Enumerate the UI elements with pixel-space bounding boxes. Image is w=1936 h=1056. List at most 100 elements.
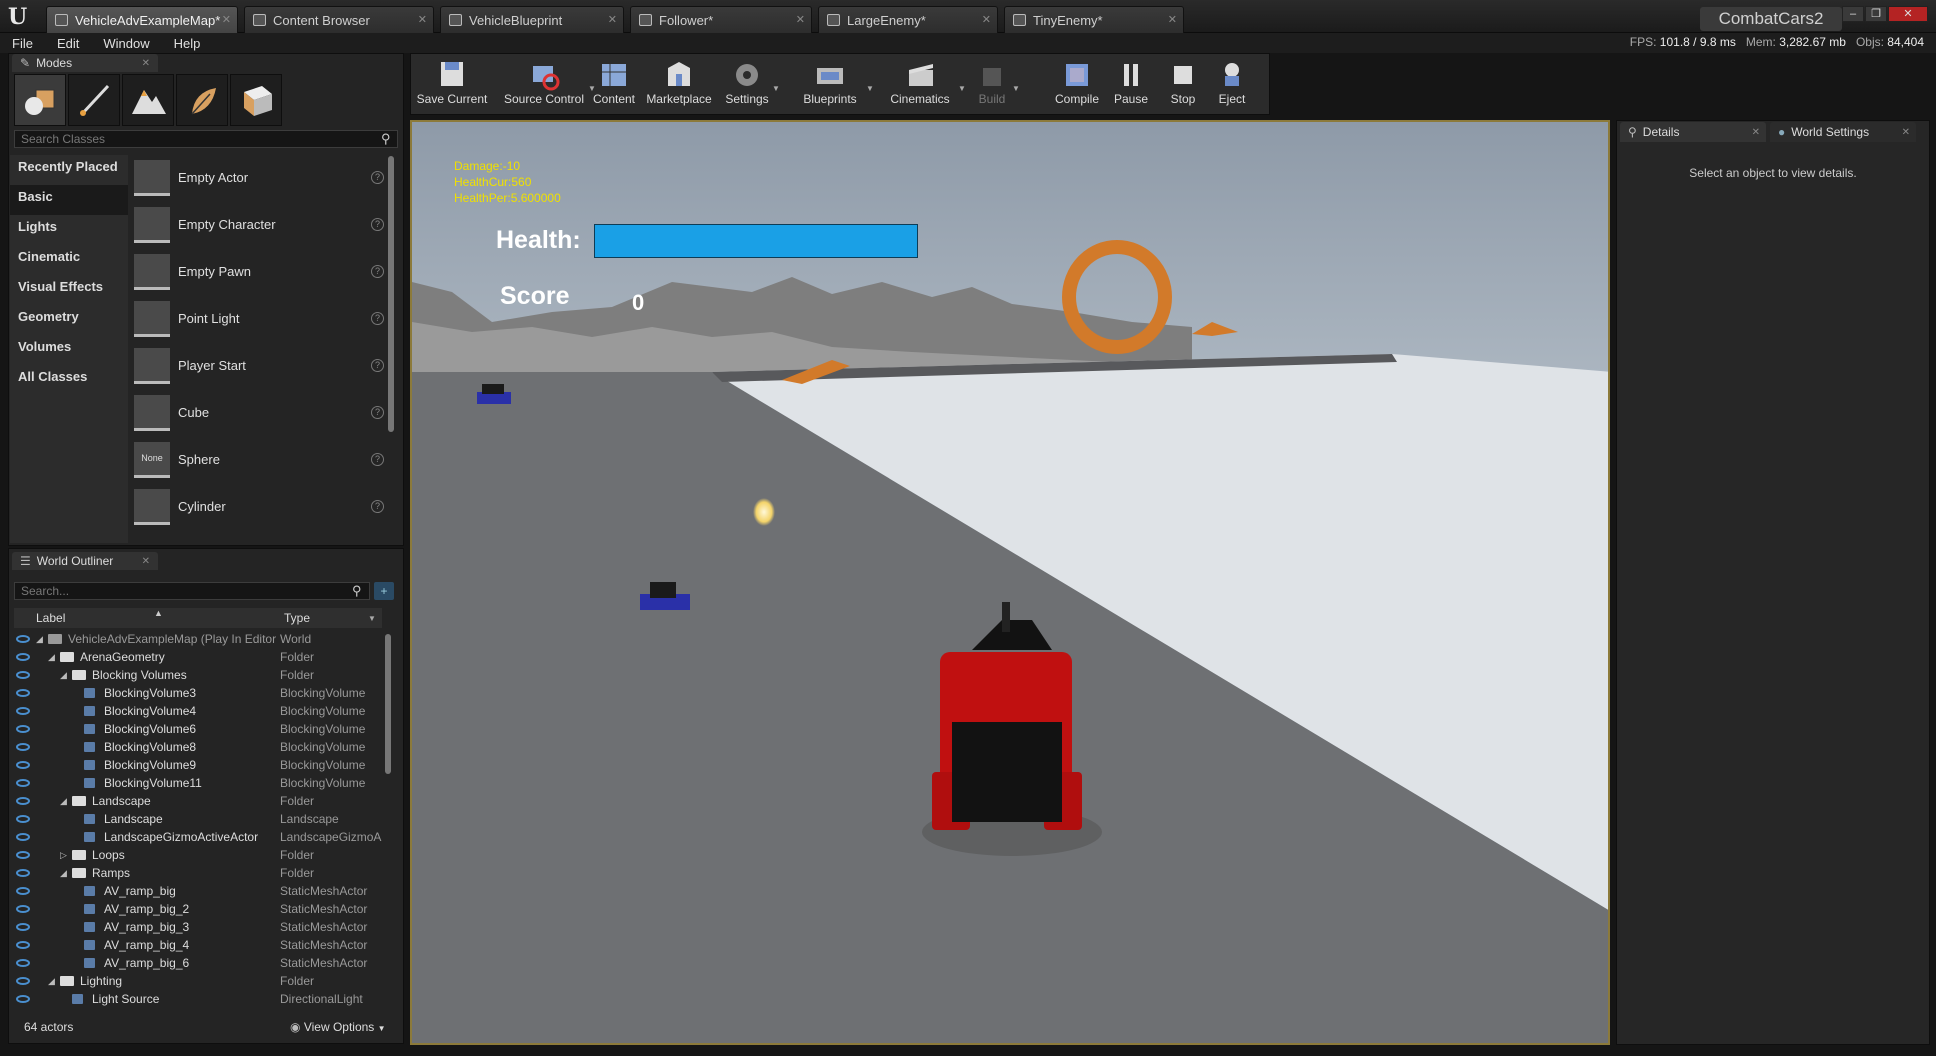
content-button[interactable]: Content [588, 58, 640, 112]
class-item[interactable]: Point Light? [134, 295, 384, 342]
blueprints-button[interactable]: Blueprints [790, 58, 870, 112]
outliner-row[interactable]: AV_ramp_big_2 StaticMeshActor [14, 900, 382, 918]
visibility-eye-icon[interactable] [16, 671, 30, 679]
outliner-row[interactable]: ▷ Loops Folder [14, 846, 382, 864]
outliner-row[interactable]: ◢ Ramps Folder [14, 864, 382, 882]
close-tab-icon[interactable]: ✕ [418, 13, 427, 26]
details-tab[interactable]: ⚲ Details ✕ [1620, 122, 1766, 142]
landscape-mode-button[interactable] [122, 74, 174, 126]
outliner-row[interactable]: BlockingVolume8 BlockingVolume [14, 738, 382, 756]
help-icon[interactable]: ? [371, 265, 384, 278]
add-folder-button[interactable]: + [374, 582, 394, 600]
close-tab-icon[interactable]: ✕ [222, 13, 231, 26]
help-icon[interactable]: ? [371, 406, 384, 419]
visibility-eye-icon[interactable] [16, 887, 30, 895]
modes-scrollbar[interactable] [388, 156, 394, 432]
close-tab-icon[interactable]: ✕ [1752, 127, 1760, 138]
outliner-row[interactable]: ◢ Lighting Folder [14, 972, 382, 990]
minimize-button[interactable]: – [1842, 6, 1864, 22]
category-item[interactable]: Volumes [10, 335, 128, 365]
document-tab[interactable]: Content Browser ✕ [244, 6, 434, 33]
outliner-row[interactable]: Landscape Landscape [14, 810, 382, 828]
class-item[interactable]: Player Start? [134, 342, 384, 389]
visibility-eye-icon[interactable] [16, 689, 30, 697]
category-item[interactable]: Basic [10, 185, 128, 215]
visibility-eye-icon[interactable] [16, 743, 30, 751]
class-item[interactable]: Cube? [134, 389, 384, 436]
visibility-eye-icon[interactable] [16, 761, 30, 769]
search-icon[interactable]: ⚲ [381, 131, 391, 147]
close-tab-icon[interactable]: ✕ [982, 13, 991, 26]
geometry-mode-button[interactable] [230, 74, 282, 126]
foliage-mode-button[interactable] [176, 74, 228, 126]
close-window-button[interactable]: ✕ [1888, 6, 1928, 22]
chevron-down-icon[interactable]: ▼ [958, 84, 966, 93]
close-tab-icon[interactable]: ✕ [796, 13, 805, 26]
visibility-eye-icon[interactable] [16, 797, 30, 805]
stop-button[interactable]: Stop [1160, 58, 1206, 112]
visibility-eye-icon[interactable] [16, 977, 30, 985]
level-viewport[interactable]: Damage:-10 HealthCur:560 HealthPer:5.600… [410, 120, 1610, 1045]
expand-arrow-icon[interactable]: ◢ [60, 868, 67, 879]
visibility-eye-icon[interactable] [16, 905, 30, 913]
cinematics-button[interactable]: Cinematics [878, 58, 962, 112]
world-outliner-tab[interactable]: ☰ World Outliner ✕ [12, 552, 158, 570]
visibility-eye-icon[interactable] [16, 851, 30, 859]
class-item[interactable]: Cylinder? [134, 483, 384, 530]
help-icon[interactable]: ? [371, 171, 384, 184]
close-tab-icon[interactable]: ✕ [608, 13, 617, 26]
class-item[interactable]: Empty Character? [134, 201, 384, 248]
outliner-row[interactable]: AV_ramp_big_6 StaticMeshActor [14, 954, 382, 972]
search-classes-input[interactable]: Search Classes [14, 130, 398, 148]
outliner-row[interactable]: BlockingVolume3 BlockingVolume [14, 684, 382, 702]
menu-item-edit[interactable]: Edit [45, 36, 91, 51]
help-icon[interactable]: ? [371, 312, 384, 325]
visibility-eye-icon[interactable] [16, 779, 30, 787]
outliner-row[interactable]: LandscapeGizmoActiveActor LandscapeGizmoA [14, 828, 382, 846]
world-settings-tab[interactable]: ● World Settings ✕ [1770, 122, 1916, 142]
close-tab-icon[interactable]: ✕ [1902, 127, 1910, 138]
category-item[interactable]: Geometry [10, 305, 128, 335]
class-item[interactable]: Empty Actor? [134, 154, 384, 201]
expand-arrow-icon[interactable]: ◢ [60, 796, 67, 807]
outliner-row[interactable]: ◢ VehicleAdvExampleMap (Play In Editor Wor… [14, 630, 382, 648]
class-item[interactable]: Empty Pawn? [134, 248, 384, 295]
outliner-row[interactable]: ◢ ArenaGeometry Folder [14, 648, 382, 666]
visibility-eye-icon[interactable] [16, 653, 30, 661]
chevron-down-icon[interactable]: ▼ [772, 84, 780, 93]
document-tab[interactable]: LargeEnemy* ✕ [818, 6, 998, 33]
restore-button[interactable]: ❐ [1865, 6, 1887, 22]
eject-button[interactable]: Eject [1208, 58, 1256, 112]
visibility-eye-icon[interactable] [16, 995, 30, 1003]
close-tab-icon[interactable]: ✕ [142, 58, 150, 69]
outliner-row[interactable]: AV_ramp_big_4 StaticMeshActor [14, 936, 382, 954]
visibility-eye-icon[interactable] [16, 707, 30, 715]
outliner-row[interactable]: AV_ramp_big_3 StaticMeshActor [14, 918, 382, 936]
type-column-header[interactable]: Type [284, 611, 310, 625]
paint-mode-button[interactable] [68, 74, 120, 126]
visibility-eye-icon[interactable] [16, 941, 30, 949]
document-tab[interactable]: TinyEnemy* ✕ [1004, 6, 1184, 33]
expand-arrow-icon[interactable]: ◢ [48, 976, 55, 987]
expand-arrow-icon[interactable]: ◢ [48, 652, 55, 663]
close-tab-icon[interactable]: ✕ [142, 556, 150, 567]
modes-tab[interactable]: ✎ Modes ✕ [12, 54, 158, 72]
outliner-row[interactable]: BlockingVolume6 BlockingVolume [14, 720, 382, 738]
category-item[interactable]: Visual Effects [10, 275, 128, 305]
close-tab-icon[interactable]: ✕ [1168, 13, 1177, 26]
expand-arrow-icon[interactable]: ◢ [36, 634, 43, 645]
help-icon[interactable]: ? [371, 453, 384, 466]
document-tab[interactable]: Follower* ✕ [630, 6, 812, 33]
menu-item-window[interactable]: Window [91, 36, 161, 51]
category-item[interactable]: Lights [10, 215, 128, 245]
view-options-button[interactable]: ◉ View Options ▼ [290, 1020, 386, 1034]
menu-item-help[interactable]: Help [162, 36, 213, 51]
chevron-down-icon[interactable]: ▼ [368, 614, 376, 623]
outliner-search-input[interactable]: Search... [14, 582, 370, 600]
category-item[interactable]: Cinematic [10, 245, 128, 275]
visibility-eye-icon[interactable] [16, 725, 30, 733]
category-item[interactable]: All Classes [10, 365, 128, 395]
menu-item-file[interactable]: File [0, 36, 45, 51]
settings-button[interactable]: Settings [718, 58, 776, 112]
source-control-button[interactable]: Source Control [496, 58, 592, 112]
